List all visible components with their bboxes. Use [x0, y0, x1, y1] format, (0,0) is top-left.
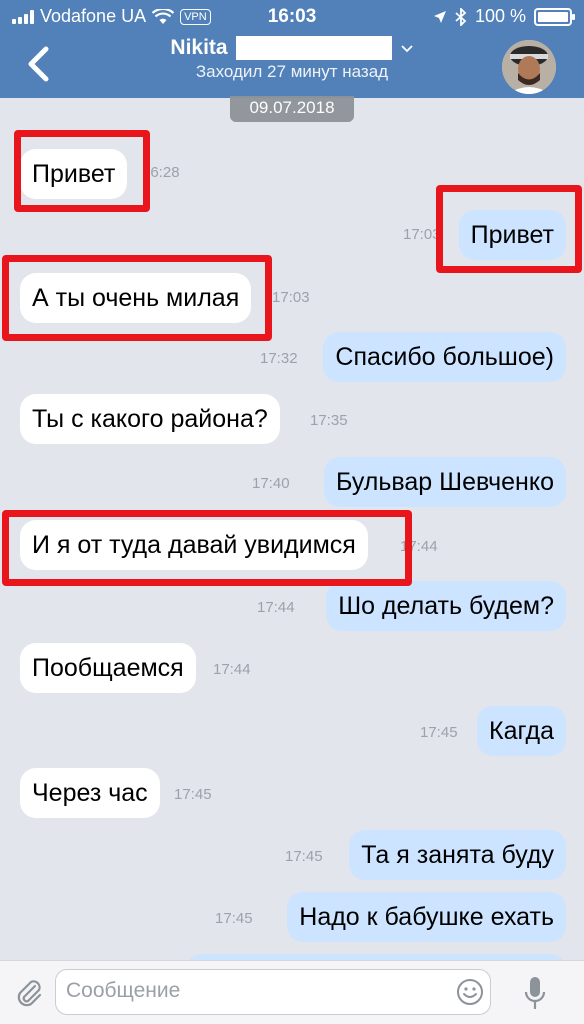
chat-title[interactable]: Nikita Заходил 27 минут назад	[0, 36, 584, 82]
message-bubble-incoming[interactable]: Пообщаемся	[20, 643, 196, 693]
message-bubble-outgoing[interactable]: Спасибо большое)	[323, 332, 566, 382]
message-time: 17:44	[213, 661, 251, 678]
status-right: 100 %	[433, 6, 575, 27]
message-time: 17:44	[257, 599, 295, 616]
message-bubble-outgoing[interactable]: Надо к бабушке ехать	[287, 892, 566, 942]
battery-percent: 100 %	[474, 6, 526, 26]
chat-header: Vodafone UA VPN 16:03 100 % Nikita Заход…	[0, 0, 584, 98]
location-arrow-icon	[433, 10, 446, 23]
highlight-box	[2, 255, 272, 341]
avatar-photo	[502, 40, 556, 94]
battery-icon	[534, 7, 575, 26]
highlight-box	[2, 510, 412, 586]
message-input-box[interactable]	[55, 969, 491, 1015]
message-time: 17:40	[252, 475, 290, 492]
message-bubble-incoming[interactable]: Через час	[20, 768, 160, 818]
message-bubble-outgoing[interactable]: Шо делать будем?	[326, 581, 566, 631]
message-bubble-incoming[interactable]: Ты с какого района?	[20, 394, 280, 444]
battery-fill	[538, 11, 568, 22]
bluetooth-icon	[455, 7, 467, 26]
message-time: 17:03	[403, 226, 441, 243]
message-time: 17:32	[260, 350, 298, 367]
paperclip-icon[interactable]	[14, 977, 44, 1009]
highlight-box	[436, 185, 582, 273]
highlight-box	[14, 130, 150, 212]
message-time: 17:03	[272, 289, 310, 306]
avatar[interactable]	[502, 40, 556, 94]
date-chip: 09.07.2018	[230, 96, 354, 122]
chevron-down-icon	[400, 45, 413, 53]
redacted-surname	[235, 36, 392, 60]
message-bubble-outgoing[interactable]: Кагда	[477, 706, 566, 756]
status-bar: Vodafone UA VPN 16:03 100 %	[0, 0, 584, 34]
message-bubble-outgoing[interactable]: Та я занята буду	[349, 830, 566, 880]
emoji-icon[interactable]	[456, 978, 484, 1006]
microphone-icon[interactable]	[522, 975, 548, 1013]
message-input[interactable]	[56, 970, 436, 1012]
message-time: 17:45	[215, 910, 253, 927]
message-time: 17:45	[285, 848, 323, 865]
message-bubble-outgoing[interactable]: Бульвар Шевченко	[323, 457, 566, 507]
message-time: 17:45	[174, 786, 212, 803]
last-seen: Заходил 27 минут назад	[195, 62, 389, 81]
message-time: 17:45	[420, 724, 458, 741]
message-list[interactable]: Привет 16:28 Привет 17:03 А ты очень мил…	[0, 124, 584, 960]
contact-name: Nikita	[170, 36, 228, 59]
message-time: 17:35	[310, 412, 348, 429]
message-composer	[0, 960, 584, 1024]
